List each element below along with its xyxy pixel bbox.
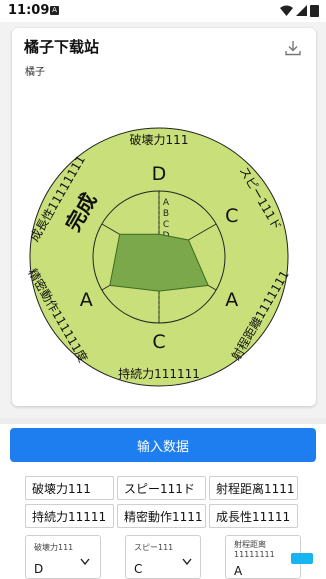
select-value: A bbox=[234, 564, 243, 578]
stat-name-cell[interactable]: 精密動作1111 bbox=[117, 504, 206, 528]
grade-select-speed[interactable]: スピー111 C bbox=[125, 535, 201, 579]
battery-icon bbox=[310, 5, 319, 17]
chevron-down-icon bbox=[80, 558, 90, 566]
scale-label: C bbox=[163, 220, 169, 230]
input-data-button[interactable]: 输入数据 bbox=[10, 428, 316, 462]
input-panel: 输入数据 破壊力111 スピー111ド 射程距离1111 持続力11111 精密… bbox=[0, 418, 326, 579]
chevron-down-icon bbox=[182, 558, 192, 566]
select-label: スピー111 bbox=[134, 543, 174, 552]
stat-name-cell[interactable]: 持続力11111 bbox=[25, 504, 114, 528]
app-badge-icon: A bbox=[50, 6, 59, 15]
stat-name-label: 破壊力111 bbox=[130, 132, 189, 147]
status-bar: 11:09 A bbox=[0, 0, 326, 22]
radar-chart: ABCDEDCACA完成破壊力111スピー111ド射程距離1111111持続力1… bbox=[28, 127, 292, 387]
stat-name-cell[interactable]: 成長性11111 bbox=[209, 504, 298, 528]
select-value: C bbox=[134, 562, 143, 576]
scale-label: A bbox=[163, 198, 170, 208]
select-label: 破壊力111 bbox=[34, 543, 74, 552]
grade-label: C bbox=[152, 331, 165, 353]
floating-action-button[interactable] bbox=[291, 553, 313, 564]
stat-name-cell[interactable]: 射程距离1111 bbox=[209, 476, 298, 500]
grade-label: A bbox=[225, 289, 238, 311]
grade-select-destructive-power[interactable]: 破壊力111 D bbox=[25, 535, 101, 579]
grade-label: D bbox=[152, 163, 167, 185]
grade-label: A bbox=[80, 289, 93, 311]
status-time: 11:09 bbox=[8, 3, 50, 18]
divider bbox=[0, 418, 326, 424]
wifi-icon bbox=[280, 5, 293, 16]
grade-label: C bbox=[225, 205, 238, 227]
stat-name-label: 持続力111111 bbox=[118, 366, 200, 381]
page-title: 橘子下载站 bbox=[24, 38, 100, 56]
scale-label: B bbox=[163, 209, 169, 219]
stat-name-cell[interactable]: 破壊力111 bbox=[25, 476, 114, 500]
stat-name-grid: 破壊力111 スピー111ド 射程距离1111 持続力11111 精密動作111… bbox=[25, 476, 299, 532]
stand-card: 橘子下载站 橘子 ABCDEDCACA完成破壊力111スピー111ド射程距離11… bbox=[12, 28, 316, 406]
signal-icon bbox=[296, 5, 307, 16]
select-label: 射程距离 11111111 bbox=[234, 540, 275, 559]
select-value: D bbox=[34, 562, 44, 576]
page-subtitle: 橘子 bbox=[25, 67, 45, 78]
stat-name-cell[interactable]: スピー111ド bbox=[117, 476, 206, 500]
grade-select-range[interactable]: 射程距离 11111111 A bbox=[225, 535, 301, 579]
download-icon[interactable] bbox=[284, 39, 302, 57]
